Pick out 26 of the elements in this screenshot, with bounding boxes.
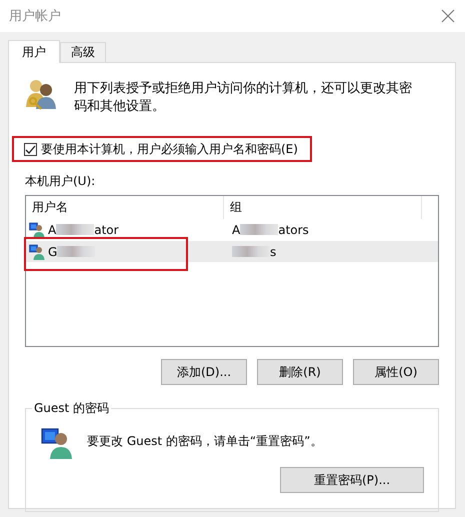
user-name: A ator — [48, 222, 119, 236]
user-row[interactable]: G s — [26, 241, 438, 262]
column-header[interactable]: 组 — [224, 196, 422, 219]
tab[interactable]: 用户 — [8, 40, 60, 63]
checkbox-label[interactable]: 要使用本计算机，用户必须输入用户名和密码(E) — [41, 140, 298, 158]
user-group: s — [232, 244, 276, 258]
users-icon — [24, 77, 58, 111]
password-message: 要更改 Guest 的密码，请单击“重置密码”。 — [87, 433, 322, 450]
user-icon — [41, 427, 73, 459]
button[interactable]: 删除(R) — [257, 359, 343, 385]
list-label: 本机用户(U): — [25, 173, 96, 190]
user-row[interactable]: A ator A ators — [26, 219, 438, 240]
intro-text: 用下列表授予或拒绝用户访问你的计算机，还可以更改其密码和其他设置。 — [74, 80, 413, 116]
column-header[interactable]: 用户名 — [26, 196, 224, 219]
user-icon — [29, 222, 45, 238]
button[interactable]: 重置密码(P)... — [280, 467, 424, 493]
checkbox[interactable] — [24, 142, 37, 156]
tab[interactable]: 高级 — [60, 42, 106, 62]
user-name: G — [48, 244, 96, 258]
user-icon — [29, 244, 45, 260]
user-group: A ators — [232, 222, 309, 236]
button[interactable]: 属性(O) — [353, 359, 439, 385]
check-icon — [25, 144, 36, 154]
close-icon[interactable] — [441, 9, 455, 23]
button[interactable]: 添加(D)... — [161, 359, 247, 385]
window-title: 用户帐户 — [9, 8, 61, 25]
